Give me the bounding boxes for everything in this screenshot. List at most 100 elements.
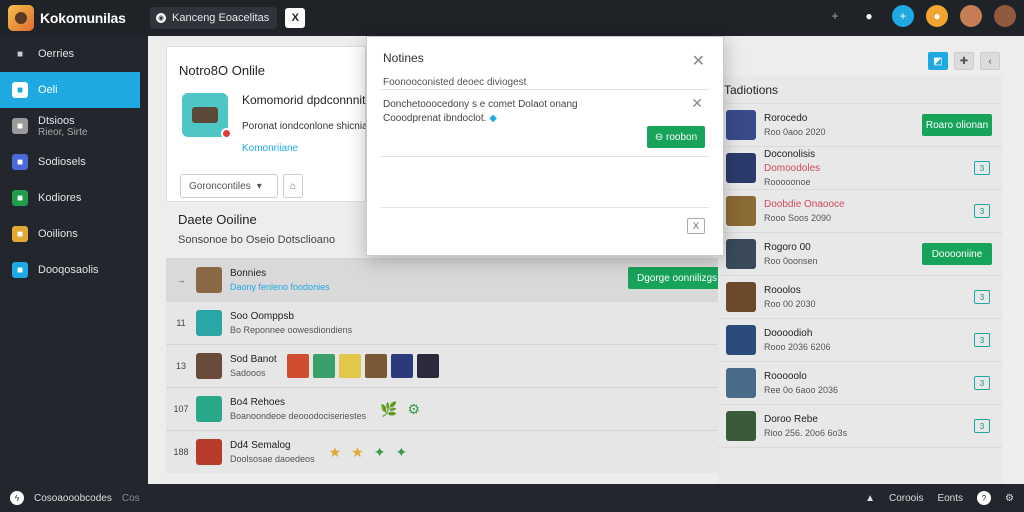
row-subtitle[interactable]: Daony fenleno foodonies xyxy=(230,282,330,292)
modal-line-3-text: Cooodprenat ibndoclot. xyxy=(383,113,487,124)
table-row[interactable]: 188 Dd4 Semalog Doolsosae daoedeos ★ ★ ✦ ✦ xyxy=(166,430,726,473)
sidebar-item-text: Oerries xyxy=(38,48,74,60)
user-icon[interactable]: ● xyxy=(858,5,880,27)
row-title: Bo4 Rehoes xyxy=(230,397,286,408)
modal-x-button[interactable]: X xyxy=(687,218,705,234)
row-action-button[interactable]: Dgorge oonnilizgs xyxy=(628,267,726,289)
add-icon[interactable]: + xyxy=(824,5,846,27)
pin-button[interactable]: ✚ xyxy=(954,52,974,70)
reward-icon: ✦ xyxy=(373,443,386,460)
notification-thumbnail xyxy=(726,196,756,226)
sidebar-item-label: Sodiosels xyxy=(38,156,86,168)
new-chat-icon[interactable]: + xyxy=(892,5,914,27)
grid-view-button[interactable]: ◩ xyxy=(928,52,948,70)
notification-count[interactable]: 3 xyxy=(974,204,990,218)
sidebar-item[interactable]: ■ Dooqosaolis xyxy=(0,252,148,288)
notification-item[interactable]: Rooolos Roo 00 2030 3 xyxy=(718,276,1002,319)
table-row[interactable]: 11 Soo Oomppsb Bo Reponnee oowesdiondiens xyxy=(166,301,726,344)
camera-icon[interactable]: ▲ xyxy=(865,493,875,504)
sidebar-item-text: Sodiosels xyxy=(38,156,86,168)
footer-link-1[interactable]: Coroois xyxy=(889,493,923,504)
lock-button[interactable]: ⌂ xyxy=(283,174,303,198)
notification-count[interactable]: 3 xyxy=(974,376,990,390)
notification-text: Rooolos Roo 00 2030 xyxy=(764,285,816,309)
notification-item[interactable]: Doobdie Onaooce Rooo Soos 2090 3 xyxy=(718,190,1002,233)
sidebar-item-text: Kodiores xyxy=(38,192,81,204)
notification-count[interactable]: 3 xyxy=(974,290,990,304)
help-icon[interactable]: ? xyxy=(977,491,992,505)
sidebar-item[interactable]: ■ Ooilions xyxy=(0,216,148,252)
footer-link-2[interactable]: Eonts xyxy=(937,493,963,504)
game-thumbnail[interactable] xyxy=(182,93,232,139)
modal-close-icon[interactable]: ✕ xyxy=(692,51,705,71)
game-tile[interactable] xyxy=(286,354,309,378)
sidebar-item[interactable]: ■ Sodiosels xyxy=(0,144,148,180)
game-subtitle: Poronat iondconlone shicnia xyxy=(242,121,368,132)
row-number: 107 xyxy=(173,404,189,414)
notification-title: Doroo Rebe xyxy=(764,414,818,425)
sidebar-item-sub: Rieor, Sirte xyxy=(38,126,88,138)
dismiss-icon[interactable]: ✕ xyxy=(691,95,703,112)
footer-left-text[interactable]: Cosoaooobcodes xyxy=(34,493,112,504)
notification-action-button[interactable]: Dooooniine xyxy=(922,243,992,265)
window-icon: ■ xyxy=(12,82,28,98)
game-tile[interactable] xyxy=(312,354,335,378)
table-row[interactable]: 13 Sod Banot Sadooos xyxy=(166,344,726,387)
sidebar-item-label: Dooqosaolis xyxy=(38,264,99,276)
notifications-column: Tadiotions Rorocedo Roo 0aoo 2020 Roaro ol… xyxy=(718,76,1002,484)
sidebar-item[interactable]: ■ Oerries xyxy=(0,36,148,72)
notification-item[interactable]: Rorocedo Roo 0aoo 2020 Roaro olionan xyxy=(718,104,1002,147)
notification-thumbnail xyxy=(726,282,756,312)
game-tile[interactable] xyxy=(416,354,439,378)
row-thumbnail[interactable] xyxy=(196,310,222,336)
sidebar-item[interactable]: ■ Kodiores xyxy=(0,180,148,216)
settings-icon[interactable]: ⚙ xyxy=(1005,493,1014,504)
chip-close-button[interactable]: X xyxy=(285,8,306,28)
notification-title: Rooolos xyxy=(764,285,801,296)
back-button[interactable]: ‹ xyxy=(980,52,1000,70)
row-thumbnail[interactable] xyxy=(196,396,222,422)
row-thumbnail[interactable] xyxy=(196,439,222,465)
notification-text: Rogoro 00 Roo 0oonsen xyxy=(764,242,818,266)
notification-title: Doconolisis xyxy=(764,149,816,160)
avatar-2[interactable] xyxy=(994,5,1016,27)
avatar-1[interactable] xyxy=(960,5,982,27)
row-thumbnail[interactable] xyxy=(196,267,222,293)
sidebar-item-text: Dtsioos Rieor, Sirte xyxy=(38,115,87,138)
notification-thumbnail xyxy=(726,153,756,183)
notification-tag: Domoodoles xyxy=(764,163,821,174)
row-thumbnail[interactable] xyxy=(196,353,222,379)
notification-icon[interactable]: ● xyxy=(926,5,948,27)
sidebar-item-label: Dtsioos xyxy=(38,114,75,127)
sidebar-item[interactable]: ■ Oeli xyxy=(0,72,140,108)
reward-icon: 🌿 xyxy=(380,400,398,417)
notification-count[interactable]: 3 xyxy=(974,161,990,175)
notification-item[interactable]: Doroo Rebe Rioo 256. 20o6 6o3s 3 xyxy=(718,405,1002,448)
notification-item[interactable]: Doconolisis Domoodoles Rooooonoe 3 xyxy=(718,147,1002,190)
row-title: Dd4 Semalog xyxy=(230,440,291,451)
options-select[interactable]: Goroncontiles ▾ xyxy=(180,174,278,198)
game-tile[interactable] xyxy=(338,354,361,378)
row-subtitle: Boanoondeoe deooodociseriestes xyxy=(230,411,367,421)
search-chip[interactable]: ◉ Kanceng Eoacelitas xyxy=(150,7,278,29)
table-row[interactable]: 107 Bo4 Rehoes Boanoondeoe deooodociseries… xyxy=(166,387,726,430)
chevron-down-icon: ▾ xyxy=(256,180,262,192)
notification-item[interactable]: Doooodioh Rooo 2036 6206 3 xyxy=(718,319,1002,362)
notification-text: Doobdie Onaooce Rooo Soos 2090 xyxy=(764,199,845,223)
notification-count[interactable]: 3 xyxy=(974,419,990,433)
notification-item[interactable]: Rooooolo Ree 0o 6aoo 2036 3 xyxy=(718,362,1002,405)
notification-item[interactable]: Rogoro 00 Roo 0oonsen Dooooniine xyxy=(718,233,1002,276)
sidebar-item[interactable]: ■ Dtsioos Rieor, Sirte xyxy=(0,108,148,144)
table-row[interactable]: → Bonnies Daony fenleno foodonies Dgorge oo… xyxy=(166,258,726,301)
chat-icon: ■ xyxy=(12,190,28,206)
brand[interactable]: Kokomunilas xyxy=(0,5,146,31)
notification-count[interactable]: 3 xyxy=(974,333,990,347)
game-link[interactable]: Komonriiane xyxy=(242,143,298,154)
modal-action-button[interactable]: ⊖ roobon xyxy=(647,126,705,148)
notification-action-button[interactable]: Roaro olionan xyxy=(922,114,992,136)
game-tile[interactable] xyxy=(390,354,413,378)
row-number: → xyxy=(176,275,186,285)
row-icons: 🌿 ⚙ xyxy=(380,401,420,418)
chip-icon: ◉ xyxy=(156,13,166,23)
game-tile[interactable] xyxy=(364,354,387,378)
